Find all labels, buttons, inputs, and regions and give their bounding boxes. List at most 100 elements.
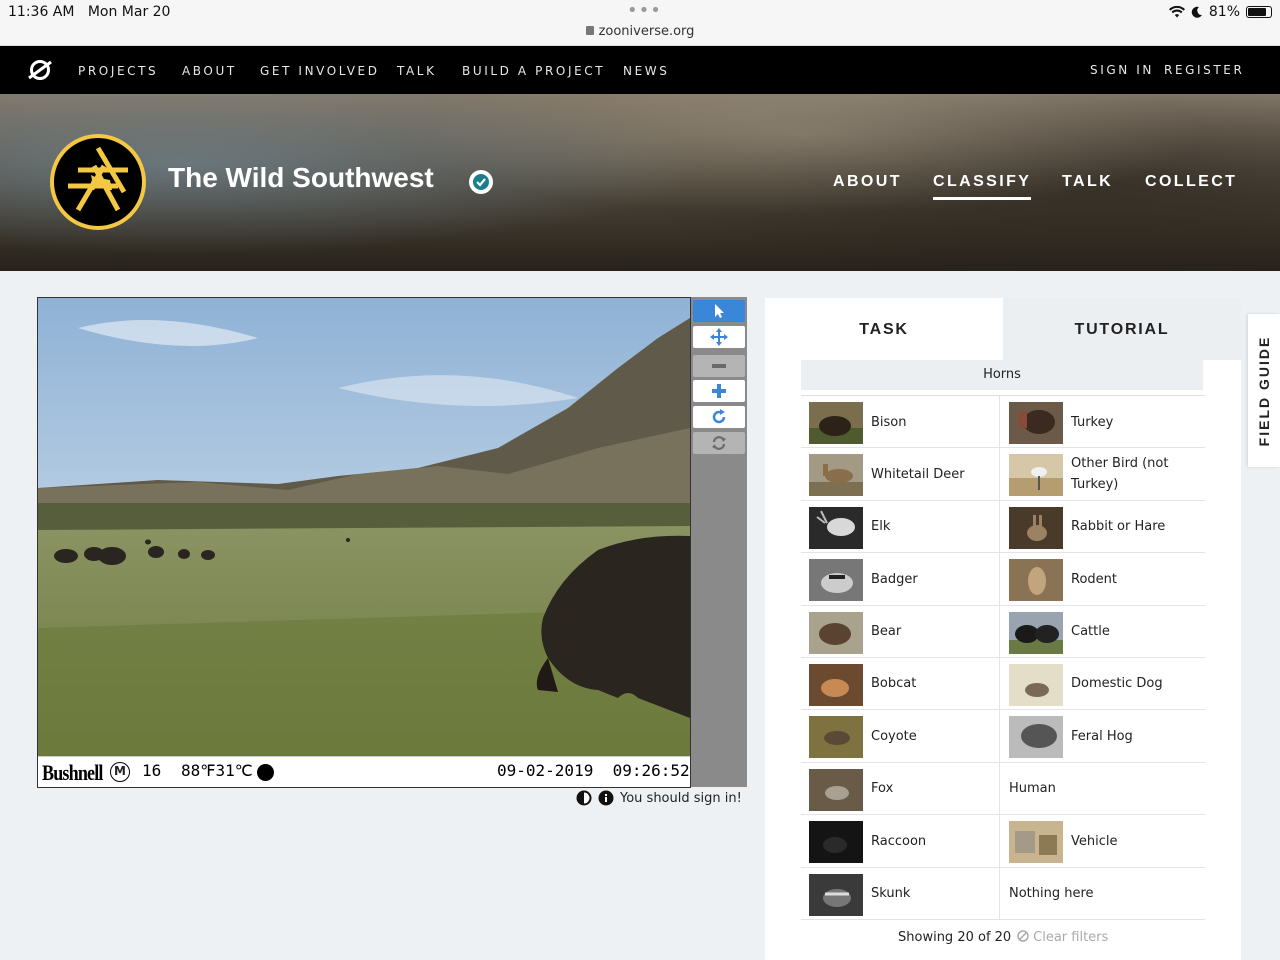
- choice-fox[interactable]: Fox: [801, 762, 1000, 815]
- zoom-out-button[interactable]: [693, 355, 745, 377]
- pointer-tool-button[interactable]: [693, 300, 745, 322]
- choice-whitetail-deer[interactable]: Whitetail Deer: [801, 448, 1000, 501]
- choice-human[interactable]: Human: [1001, 763, 1200, 815]
- task-panel: TASK TUTORIAL Horns Bison Turkey Whiteta…: [765, 298, 1241, 960]
- nav-get-involved[interactable]: GET INVOLVED: [260, 64, 380, 78]
- elk-thumbnail: [809, 506, 863, 549]
- choice-row: Bear Cattle: [801, 605, 1205, 658]
- wifi-icon: [1168, 6, 1185, 18]
- camera-info-strip: Bushnell M 16 88℉31℃ 09-02-2019 09:26:52: [38, 756, 690, 787]
- badger-thumbnail: [809, 559, 863, 602]
- rodent-thumbnail: [1009, 559, 1063, 602]
- image-toolbar: [691, 297, 747, 787]
- reset-button[interactable]: [693, 432, 745, 454]
- zoom-out-icon: [712, 364, 726, 368]
- choice-skunk[interactable]: Skunk: [801, 867, 1000, 920]
- choice-label: Coyote: [871, 728, 917, 744]
- choice-domestic-dog[interactable]: Domestic Dog: [1001, 658, 1200, 710]
- zooniverse-logo-icon[interactable]: [28, 58, 52, 82]
- showing-count: Showing 20 of 20: [898, 930, 1012, 945]
- m-badge: M: [110, 762, 130, 782]
- reset-icon: [712, 436, 726, 450]
- frame-number: 16: [142, 761, 162, 780]
- register-link[interactable]: REGISTER: [1164, 63, 1244, 77]
- camera-trap-photo[interactable]: [38, 298, 690, 756]
- choice-row: Whitetail Deer Other Bird (not Turkey): [801, 448, 1205, 501]
- clear-filters-button[interactable]: Clear filters: [1017, 930, 1108, 945]
- choice-badger[interactable]: Badger: [801, 553, 1000, 606]
- fox-thumbnail: [809, 768, 863, 811]
- choice-label: Human: [1009, 781, 1056, 797]
- rotate-icon: [712, 409, 726, 424]
- choice-grid: Bison Turkey Whitetail Deer Other Bird (…: [801, 395, 1205, 920]
- choice-label: Feral Hog: [1071, 728, 1133, 744]
- choice-vehicle[interactable]: Vehicle: [1001, 815, 1200, 867]
- choice-nothing-here[interactable]: Nothing here: [1001, 868, 1200, 920]
- choice-bison[interactable]: Bison: [801, 396, 1000, 448]
- lock-icon: [585, 26, 594, 35]
- address-bar[interactable]: zooniverse.org: [0, 24, 1280, 39]
- move-icon: [710, 328, 728, 346]
- tab-task[interactable]: TASK: [765, 298, 1003, 360]
- project-nav-collect[interactable]: COLLECT: [1145, 173, 1237, 191]
- nav-talk[interactable]: TALK: [397, 64, 437, 78]
- choice-rabbit-or-hare[interactable]: Rabbit or Hare: [1001, 501, 1200, 553]
- choice-label: Bison: [871, 414, 907, 430]
- whitetail-deer-thumbnail: [809, 454, 863, 497]
- choice-row: Skunk Nothing here: [801, 867, 1205, 920]
- sign-in-message[interactable]: You should sign in!: [620, 791, 742, 806]
- project-avatar[interactable]: [50, 134, 146, 230]
- choice-label: Other Bird (not Turkey): [1071, 456, 1169, 493]
- filter-horns[interactable]: Horns: [801, 360, 1203, 390]
- choice-label: Bear: [871, 624, 902, 640]
- nav-projects[interactable]: PROJECTS: [78, 64, 158, 78]
- vehicle-thumbnail: [1009, 821, 1063, 864]
- move-tool-button[interactable]: [693, 326, 745, 348]
- clear-icon: [1017, 930, 1029, 942]
- choice-bobcat[interactable]: Bobcat: [801, 657, 1000, 710]
- project-nav-about[interactable]: ABOUT: [833, 173, 902, 191]
- contrast-icon[interactable]: [576, 790, 592, 806]
- clear-filters-label: Clear filters: [1033, 930, 1109, 945]
- info-icon[interactable]: [598, 790, 614, 806]
- project-header: The Wild Southwest ABOUT CLASSIFY TALK C…: [0, 94, 1280, 271]
- choice-rodent[interactable]: Rodent: [1001, 553, 1200, 605]
- turkey-thumbnail: [1009, 402, 1063, 444]
- choice-turkey[interactable]: Turkey: [1001, 396, 1200, 448]
- choice-label: Elk: [871, 519, 891, 535]
- choice-coyote[interactable]: Coyote: [801, 710, 1000, 763]
- status-indicators: 81%: [1168, 4, 1272, 20]
- zoom-in-button[interactable]: [693, 380, 745, 402]
- choice-bear[interactable]: Bear: [801, 605, 1000, 658]
- rotate-button[interactable]: [693, 406, 745, 428]
- moon-icon: [1191, 6, 1202, 18]
- choice-cattle[interactable]: Cattle: [1001, 606, 1200, 658]
- subject-image[interactable]: Bushnell M 16 88℉31℃ 09-02-2019 09:26:52: [37, 297, 691, 788]
- bison-thumbnail: [809, 402, 863, 444]
- choice-label: Rabbit or Hare: [1071, 519, 1166, 535]
- choice-row: Badger Rodent: [801, 553, 1205, 606]
- bobcat-thumbnail: [809, 663, 863, 706]
- verified-badge-icon: [469, 170, 493, 194]
- choice-raccoon[interactable]: Raccoon: [801, 815, 1000, 868]
- tab-tutorial[interactable]: TUTORIAL: [1003, 298, 1241, 360]
- choice-feral-hog[interactable]: Feral Hog: [1001, 710, 1200, 762]
- choice-elk[interactable]: Elk: [801, 500, 1000, 553]
- project-nav-talk[interactable]: TALK: [1062, 173, 1113, 191]
- field-guide-tab[interactable]: FIELD GUIDE: [1248, 314, 1280, 467]
- project-nav-classify[interactable]: CLASSIFY: [933, 173, 1032, 200]
- project-title[interactable]: The Wild Southwest: [168, 162, 434, 194]
- more-dots-icon[interactable]: •••: [627, 0, 662, 21]
- choice-label: Rodent: [1071, 571, 1117, 587]
- choice-row: Fox Human: [801, 762, 1205, 816]
- nav-news[interactable]: NEWS: [623, 64, 669, 78]
- sign-in-link[interactable]: SIGN IN: [1090, 63, 1154, 77]
- choice-label: Domestic Dog: [1071, 676, 1163, 692]
- bear-thumbnail: [809, 611, 863, 654]
- battery-icon: [1246, 6, 1272, 18]
- nav-about[interactable]: ABOUT: [182, 64, 237, 78]
- zoom-in-icon: [712, 384, 726, 398]
- choice-other-bird[interactable]: Other Bird (not Turkey): [1001, 448, 1200, 500]
- raccoon-thumbnail: [809, 821, 863, 864]
- nav-build-a-project[interactable]: BUILD A PROJECT: [462, 64, 605, 78]
